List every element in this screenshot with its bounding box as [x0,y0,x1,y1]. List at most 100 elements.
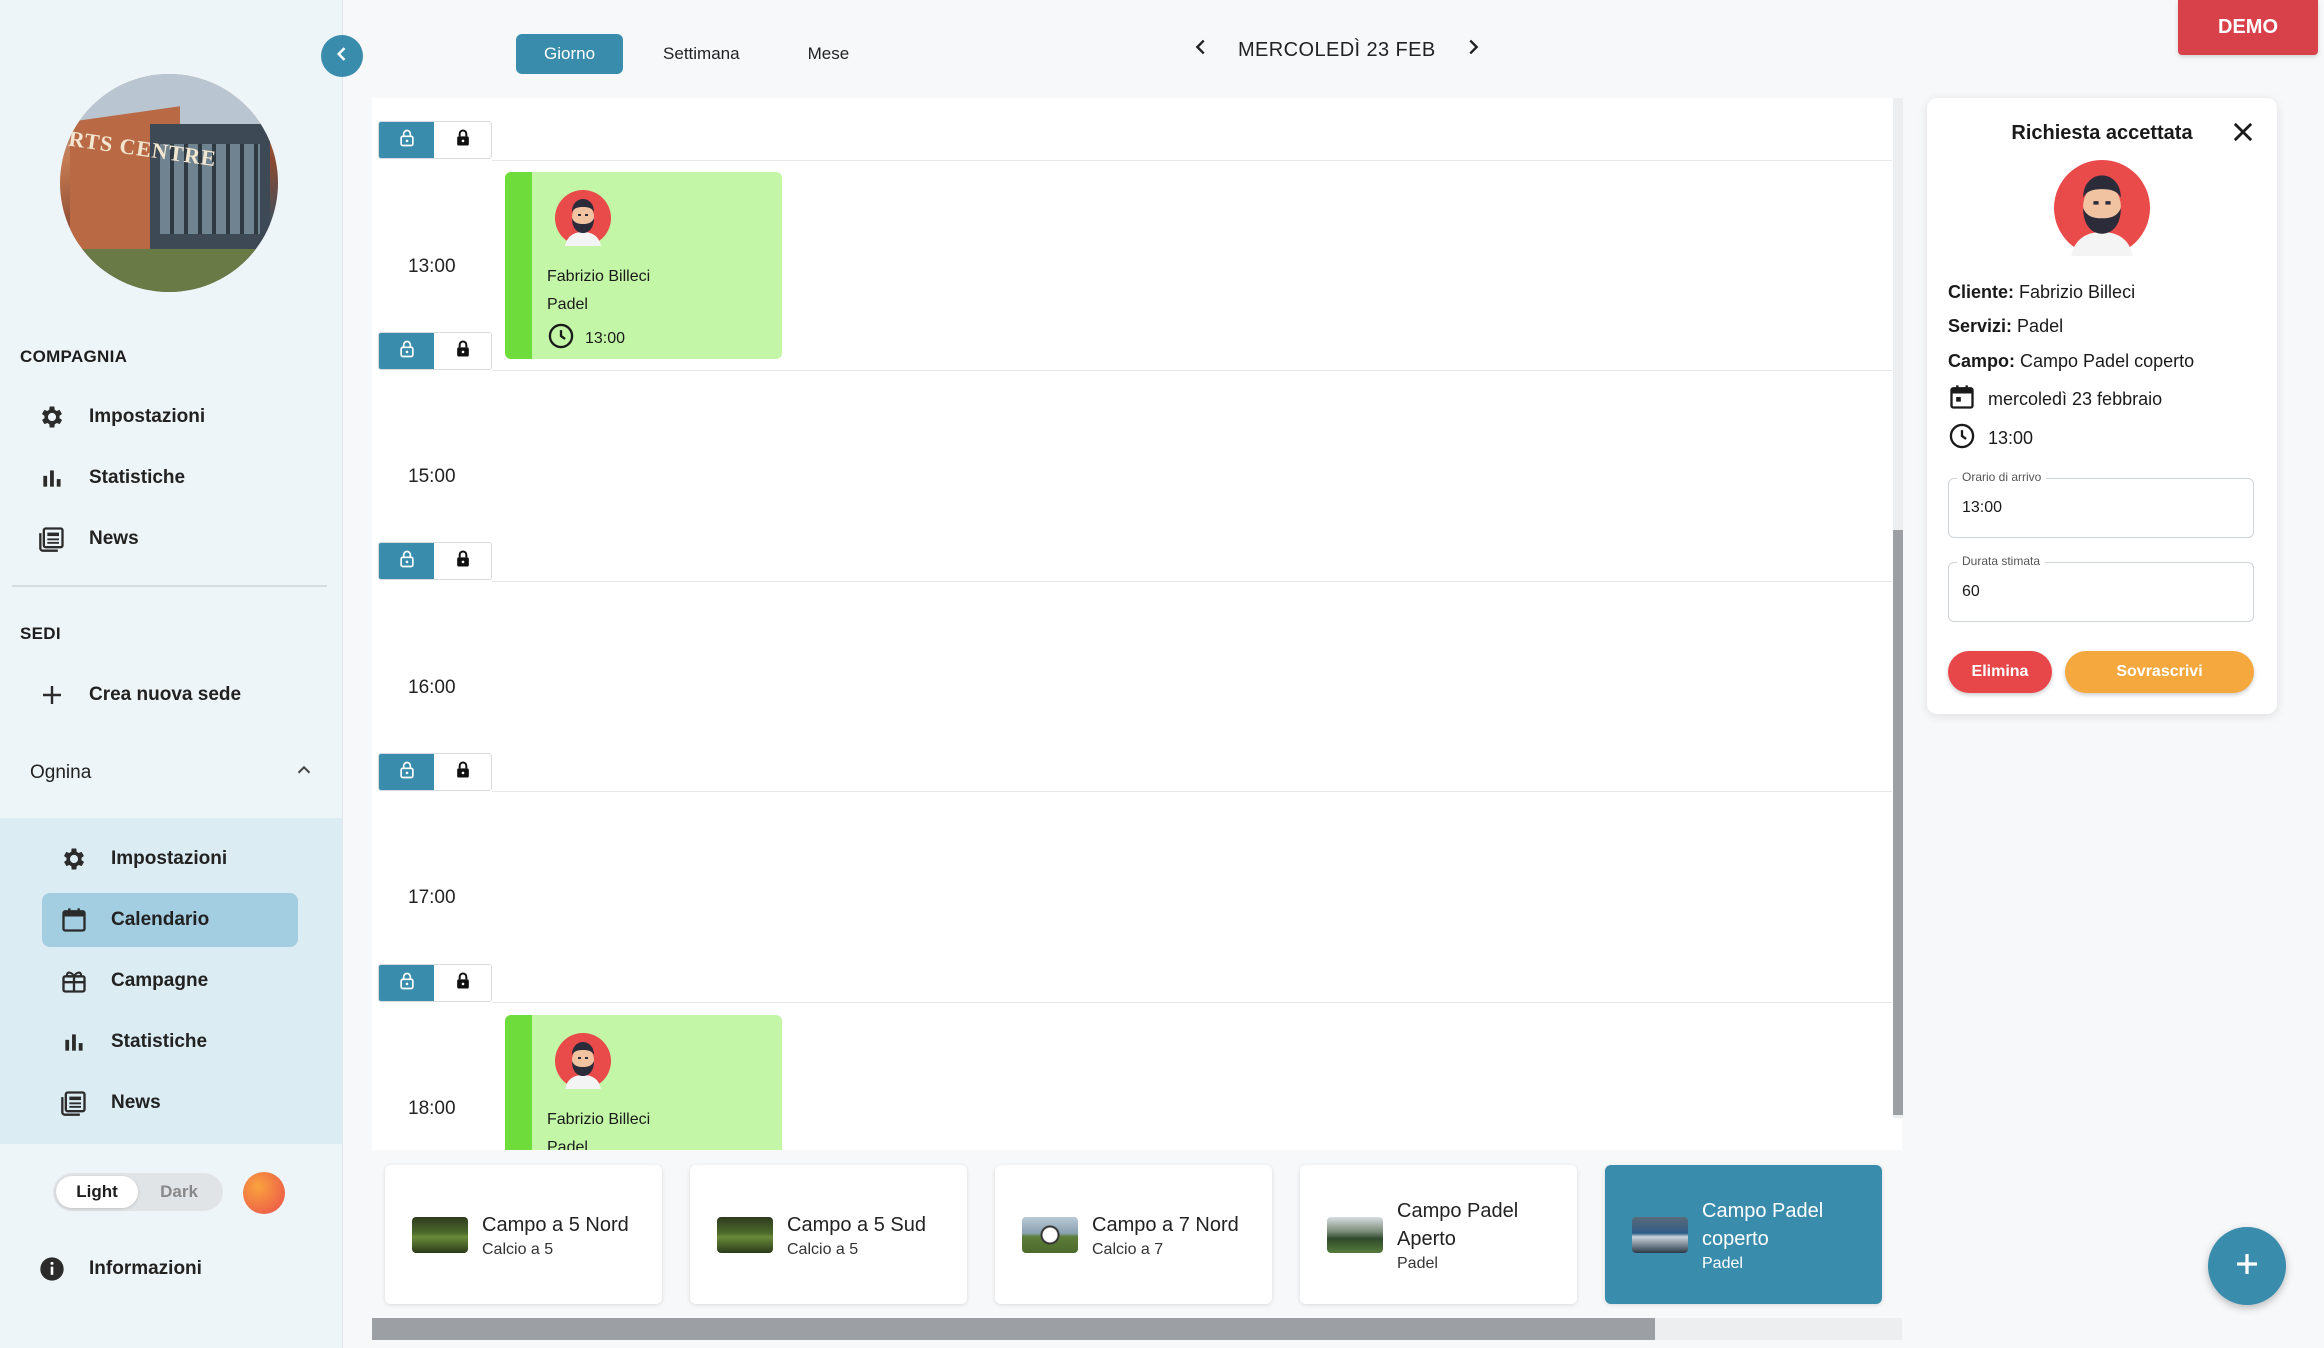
time-label: 18:00 [408,1098,456,1119]
court-card[interactable]: Campo a 7 Nord Calcio a 7 [995,1165,1272,1304]
newspaper-icon [37,524,67,554]
sidebar-collapse-button[interactable] [321,35,363,77]
calendar-icon [59,905,89,935]
court-card[interactable]: Campo a 5 Sud Calcio a 5 [690,1165,967,1304]
lock-slot-button[interactable] [434,965,491,1001]
slot-divider [492,1002,1892,1003]
sidebar-item-site-settings[interactable]: Impostazioni [59,833,227,885]
court-type: Calcio a 5 [482,1240,554,1258]
demo-button[interactable]: DEMO [2178,0,2318,55]
court-card[interactable]: Campo Padel Aperto Padel [1300,1165,1577,1304]
slot-lock-controls [378,753,492,791]
customer-label: Cliente: [1948,282,2015,302]
services-label: Servizi: [1948,316,2013,336]
create-site-label: Crea nuova sede [89,684,242,705]
theme-toggle[interactable]: Light Dark [53,1173,223,1211]
court-type: Calcio a 7 [1092,1240,1164,1258]
field-label: Durata stimata [1957,554,2046,568]
lock-slot-button[interactable] [434,122,491,158]
booking-event[interactable]: Fabrizio Billeci Padel [505,1015,782,1150]
lock-open-icon [397,760,417,785]
lock-slot-button[interactable] [434,754,491,790]
sidebar-item-calendar[interactable]: Calendario [59,894,209,946]
time-label: 16:00 [408,677,456,698]
customer-value: Fabrizio Billeci [2019,282,2136,302]
unlock-slot-button[interactable] [379,754,434,790]
court-card-selected[interactable]: Campo Padel coperto Padel [1605,1165,1882,1304]
info-button[interactable]: Informazioni [37,1243,202,1295]
sidebar-item-company-stats[interactable]: Statistiche [37,452,185,504]
sidebar-item-site-news[interactable]: News [59,1077,161,1129]
lock-icon [453,549,473,574]
court-label: Campo: [1948,351,2015,371]
unlock-slot-button[interactable] [379,333,434,369]
site-accordion-ognina[interactable]: Ognina [30,747,315,799]
add-booking-button[interactable] [2208,1227,2286,1305]
info-label: Informazioni [89,1258,202,1279]
court-value: Campo Padel coperto [2020,351,2195,371]
field-value: 60 [1962,583,1980,600]
unlock-slot-button[interactable] [379,543,434,579]
bar-chart-icon [59,1027,89,1057]
sidebar-divider [12,585,327,587]
court-card[interactable]: Campo a 5 Nord Calcio a 5 [385,1165,662,1304]
day-calendar: 13:00 15:00 16:00 17:00 18:00 Fabrizio B… [372,98,1902,1150]
slot-lock-controls [378,121,492,159]
tab-giorno[interactable]: Giorno [516,34,624,74]
venue-photo: RTS CENTRE [60,74,278,292]
calendar-vertical-scrollbar[interactable] [1893,98,1903,1118]
lock-slot-button[interactable] [434,543,491,579]
arrival-time-field[interactable]: Orario di arrivo 13:00 [1948,470,2254,538]
courts-horizontal-scrollbar[interactable] [372,1318,1902,1340]
duration-field[interactable]: Durata stimata 60 [1948,554,2254,622]
close-icon[interactable] [2229,118,2257,146]
booking-event[interactable]: Fabrizio Billeci Padel 13:00 [505,172,782,359]
event-status-bar [505,1015,532,1150]
info-icon [37,1254,67,1284]
overwrite-button[interactable]: Sovrascrivi [2065,651,2254,693]
unlock-slot-button[interactable] [379,965,434,1001]
delete-button[interactable]: Elimina [1948,651,2052,693]
create-site-button[interactable]: Crea nuova sede [37,669,241,721]
event-customer-name: Fabrizio Billeci [547,1111,651,1128]
sidebar-item-label: Impostazioni [89,406,206,427]
unlock-slot-button[interactable] [379,122,434,158]
scrollbar-thumb[interactable] [372,1318,1655,1340]
event-status-bar [505,172,532,359]
current-date: MERCOLEDÌ 23 FEB [1238,38,1436,61]
field-value: 13:00 [1962,499,2003,516]
time-value: 13:00 [1988,428,2034,448]
time-label: 13:00 [408,256,456,277]
sidebar-item-company-news[interactable]: News [37,513,139,565]
court-name: Campo a 5 Sud [787,1213,926,1236]
lock-open-icon [397,971,417,996]
event-customer-name: Fabrizio Billeci [547,268,651,285]
sidebar-item-site-stats[interactable]: Statistiche [59,1016,207,1068]
scrollbar-thumb[interactable] [1893,530,1903,1115]
sidebar-item-campaigns[interactable]: Campagne [59,955,208,1007]
gear-icon [59,844,89,874]
accent-color-picker[interactable] [243,1172,285,1214]
user-avatar-icon [555,1033,611,1089]
sidebar-item-label: Statistiche [89,467,186,488]
next-day-button[interactable] [1462,36,1484,64]
calendar-icon [1948,383,1976,416]
tab-settimana[interactable]: Settimana [635,34,768,74]
lock-open-icon [397,549,417,574]
theme-light-option[interactable]: Light [56,1176,138,1208]
sidebar-item-company-settings[interactable]: Impostazioni [37,391,205,443]
gear-icon [37,402,67,432]
theme-dark-option[interactable]: Dark [138,1176,220,1208]
sidebar-item-label: News [89,528,139,549]
prev-day-button[interactable] [1190,36,1212,64]
plus-icon [2232,1249,2262,1284]
date-value: mercoledì 23 febbraio [1988,389,2163,409]
lock-slot-button[interactable] [434,333,491,369]
panel-title: Richiesta accettata [2011,122,2193,144]
detail-services: Servizi: Padel [1948,316,2063,337]
court-type: Calcio a 5 [787,1240,859,1258]
tab-mese[interactable]: Mese [780,34,878,74]
event-time-row: 13:00 [547,322,625,355]
slot-divider [492,791,1892,792]
view-tabs: Giorno Settimana Mese [516,34,877,74]
